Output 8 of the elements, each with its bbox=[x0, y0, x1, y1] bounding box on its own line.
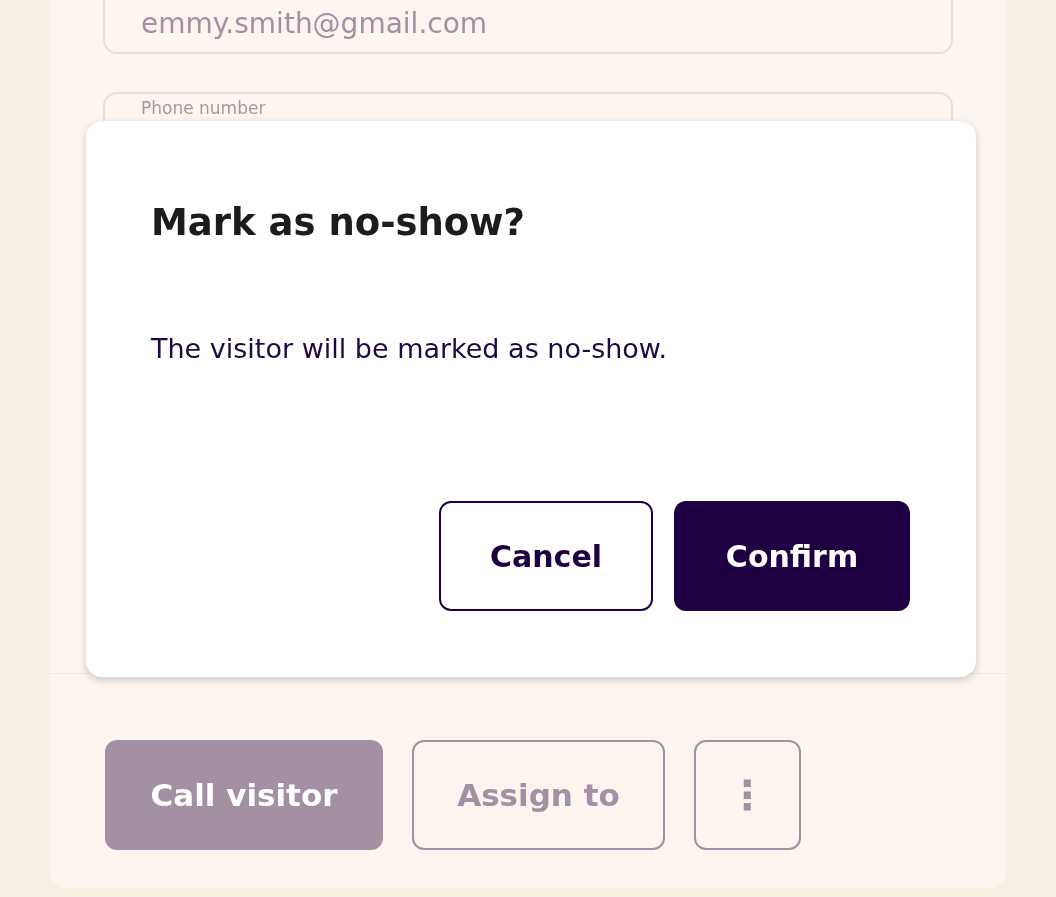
confirm-button[interactable]: Confirm bbox=[674, 501, 910, 611]
dialog-title: Mark as no-show? bbox=[151, 201, 526, 246]
assign-button[interactable]: Assign to bbox=[412, 740, 665, 850]
cancel-button[interactable]: Cancel bbox=[439, 501, 653, 611]
call-button[interactable]: Call visitor bbox=[105, 740, 383, 850]
more-button[interactable]: ⋮ bbox=[694, 740, 801, 850]
dialog-message: The visitor will be marked as no-show. bbox=[151, 332, 669, 367]
email-field[interactable]: emmy.smith@gmail.com bbox=[103, 0, 953, 54]
